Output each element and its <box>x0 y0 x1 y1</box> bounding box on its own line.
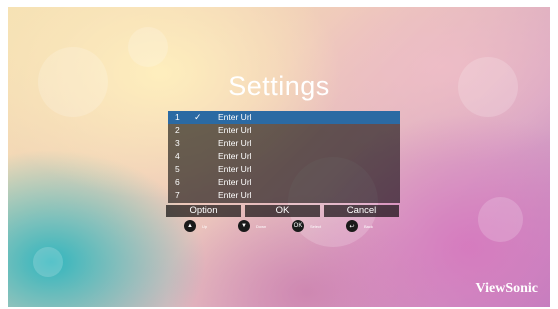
background-bokeh <box>33 247 63 277</box>
item-index: 1 <box>175 112 180 122</box>
item-index: 6 <box>175 177 180 187</box>
down-arrow-icon: ▼ <box>238 220 250 232</box>
hint-label: Back <box>364 223 373 229</box>
url-list-item[interactable]: 7 Enter Url <box>168 189 400 202</box>
background-bokeh <box>128 27 168 67</box>
display-screen: Settings 1 ✓ Enter Url 2 Enter Url 3 Enter Url… <box>8 7 550 307</box>
url-list-item[interactable]: 5 Enter Url <box>168 163 400 176</box>
item-url-label: Enter Url <box>218 164 252 174</box>
item-url-label: Enter Url <box>218 177 252 187</box>
hint-label: Select <box>310 223 322 229</box>
item-index: 3 <box>175 138 180 148</box>
hint-up: ▲ Up <box>184 220 207 232</box>
background-bokeh <box>478 197 523 242</box>
item-index: 2 <box>175 125 180 135</box>
item-index: 5 <box>175 164 180 174</box>
item-url-label: Enter Url <box>218 190 252 200</box>
hint-label: Down <box>256 223 267 229</box>
cancel-button[interactable]: Cancel <box>324 205 399 217</box>
back-icon: ↩ <box>346 220 358 232</box>
up-arrow-icon: ▲ <box>184 220 196 232</box>
ok-button[interactable]: OK <box>245 205 320 217</box>
option-button[interactable]: Option <box>166 205 241 217</box>
item-index: 7 <box>175 190 180 200</box>
checkmark-icon: ✓ <box>194 112 202 122</box>
url-list-item[interactable]: 1 ✓ Enter Url <box>168 111 400 124</box>
url-list[interactable]: 1 ✓ Enter Url 2 Enter Url 3 Enter Url 4 Enter Ur… <box>168 111 400 203</box>
hint-down: ▼ Down <box>238 220 266 232</box>
item-url-label: Enter Url <box>218 151 252 161</box>
ok-key-icon: OK <box>292 220 304 232</box>
page-title: Settings <box>228 71 330 101</box>
url-list-item[interactable]: 3 Enter Url <box>168 137 400 150</box>
item-url-label: Enter Url <box>218 112 252 122</box>
hint-label: Up <box>202 223 208 229</box>
url-list-item[interactable]: 6 Enter Url <box>168 176 400 189</box>
item-url-label: Enter Url <box>218 138 252 148</box>
hint-select: OK Select <box>292 220 321 232</box>
item-url-label: Enter Url <box>218 125 252 135</box>
hint-back: ↩ Back <box>346 220 373 232</box>
viewsonic-logo: ViewSonic <box>475 281 538 296</box>
item-index: 4 <box>175 151 180 161</box>
url-list-item[interactable]: 4 Enter Url <box>168 150 400 163</box>
url-list-item[interactable]: 2 Enter Url <box>168 124 400 137</box>
